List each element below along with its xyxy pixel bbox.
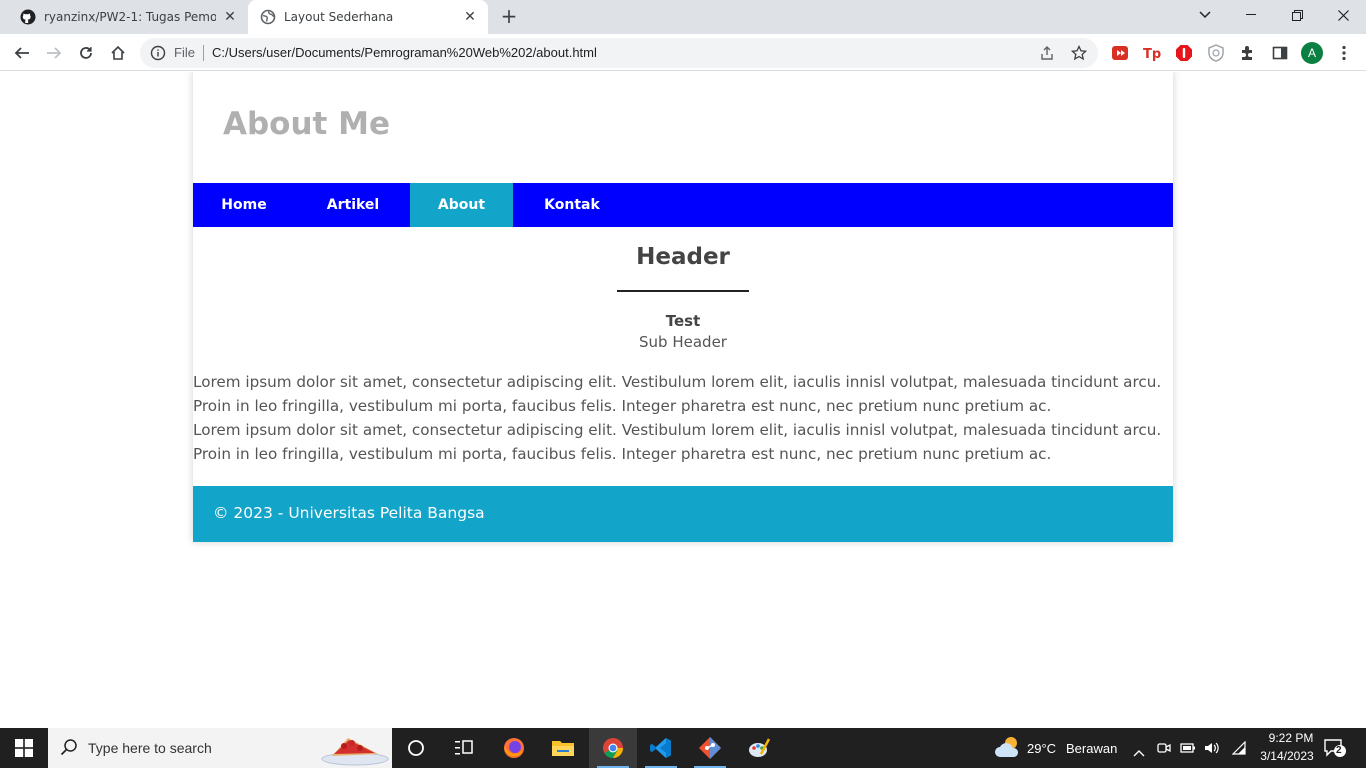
- extension-tp-icon[interactable]: Tp: [1142, 43, 1162, 63]
- notification-center-icon[interactable]: [1324, 738, 1346, 762]
- scheme-label: File: [174, 45, 195, 60]
- adblock-icon[interactable]: [1174, 43, 1194, 63]
- pie-illustration-icon: [320, 732, 390, 770]
- paragraph-line: Lorem ipsum dolor sit amet, consectetur …: [193, 373, 1162, 391]
- side-panel-icon[interactable]: [1270, 43, 1290, 63]
- extensions-puzzle-icon[interactable]: [1238, 43, 1258, 63]
- meet-now-icon[interactable]: [1157, 740, 1171, 759]
- address-bar[interactable]: File C:/Users/user/Documents/Pemrograman…: [140, 38, 1098, 68]
- tab-github[interactable]: ryanzinx/PW2-1: Tugas Pemograman ✕: [8, 0, 248, 34]
- nav-link-about[interactable]: About: [410, 183, 513, 227]
- site-footer: © 2023 - Universitas Pelita Bangsa: [193, 486, 1173, 542]
- restore-icon[interactable]: [1274, 0, 1320, 30]
- tab-title: Layout Sederhana: [284, 10, 394, 24]
- git-icon[interactable]: [686, 728, 734, 768]
- paint-icon[interactable]: [735, 728, 783, 768]
- windows-start-icon[interactable]: [0, 728, 48, 768]
- page-title: About Me: [223, 106, 391, 142]
- site-header: About Me: [193, 72, 1173, 183]
- show-hidden-icons-chevron-icon[interactable]: [1133, 742, 1145, 761]
- profile-avatar[interactable]: A: [1301, 42, 1323, 64]
- volume-icon[interactable]: [1204, 740, 1220, 759]
- menu-kebab-icon[interactable]: [1334, 43, 1354, 63]
- page-container: About Me Home Artikel About Kontak Heade…: [193, 72, 1173, 542]
- share-icon[interactable]: [1038, 44, 1056, 62]
- windows-taskbar: Type here to search 29°C Berawan 9:22 PM…: [0, 728, 1366, 768]
- back-icon[interactable]: [8, 39, 36, 67]
- file-explorer-icon[interactable]: [539, 728, 587, 768]
- forward-icon[interactable]: [40, 39, 68, 67]
- nav-link-artikel[interactable]: Artikel: [303, 183, 403, 227]
- search-placeholder: Type here to search: [88, 740, 212, 756]
- content-title: Header: [636, 244, 730, 270]
- search-icon: [60, 738, 78, 760]
- tab-search-icon[interactable]: [1182, 0, 1228, 30]
- info-icon[interactable]: [150, 45, 166, 65]
- home-icon[interactable]: [104, 39, 132, 67]
- close-tab-icon[interactable]: ✕: [462, 9, 478, 25]
- nav-link-kontak[interactable]: Kontak: [523, 183, 621, 227]
- browser-tab-bar: ryanzinx/PW2-1: Tugas Pemograman ✕ Layou…: [0, 0, 1366, 34]
- notification-count: 2: [1336, 745, 1342, 756]
- page-viewport: About Me Home Artikel About Kontak Heade…: [0, 72, 1366, 728]
- nav-link-home[interactable]: Home: [193, 183, 295, 227]
- title-divider: [617, 290, 749, 292]
- browser-toolbar: File C:/Users/user/Documents/Pemrograman…: [0, 34, 1366, 71]
- paragraph-line: Proin in leo fringilla, vestibulum mi po…: [193, 397, 1052, 415]
- divider: [203, 45, 204, 61]
- bookmark-star-icon[interactable]: [1070, 44, 1088, 62]
- close-window-icon[interactable]: [1320, 0, 1366, 30]
- subheader: Sub Header: [639, 333, 727, 351]
- tab-title: ryanzinx/PW2-1: Tugas Pemograman: [44, 10, 216, 24]
- paragraph-line: Lorem ipsum dolor sit amet, consectetur …: [193, 421, 1162, 439]
- tab-layout-sederhana[interactable]: Layout Sederhana ✕: [248, 0, 488, 34]
- clock-date[interactable]: 3/14/2023: [1252, 749, 1322, 763]
- subheader-bold: Test: [665, 312, 701, 330]
- close-tab-icon[interactable]: ✕: [222, 9, 238, 25]
- url-text[interactable]: C:/Users/user/Documents/Pemrograman%20We…: [212, 45, 597, 60]
- chrome-icon[interactable]: [589, 728, 637, 768]
- weather-condition[interactable]: Berawan: [1066, 741, 1117, 756]
- task-view-icon[interactable]: [440, 728, 488, 768]
- paragraph-line: Proin in leo fringilla, vestibulum mi po…: [193, 445, 1052, 463]
- main-nav: Home Artikel About Kontak: [193, 183, 1173, 227]
- firefox-icon[interactable]: [490, 728, 538, 768]
- footer-copyright: © 2023 - Universitas Pelita Bangsa: [213, 504, 485, 522]
- battery-icon[interactable]: [1180, 740, 1196, 759]
- reload-icon[interactable]: [72, 39, 100, 67]
- vscode-icon[interactable]: [637, 728, 685, 768]
- network-icon[interactable]: [1231, 740, 1246, 759]
- cortana-icon[interactable]: [392, 728, 440, 768]
- globe-icon: [260, 9, 276, 25]
- extension-red-icon[interactable]: [1110, 43, 1130, 63]
- new-tab-button[interactable]: +: [498, 6, 520, 28]
- github-icon: [20, 9, 36, 25]
- minimize-icon[interactable]: [1228, 0, 1274, 30]
- weather-cloud-icon[interactable]: [994, 735, 1022, 763]
- weather-temp[interactable]: 29°C: [1027, 741, 1056, 756]
- taskbar-search-box[interactable]: Type here to search: [48, 728, 392, 768]
- clock-time[interactable]: 9:22 PM: [1262, 731, 1320, 745]
- shield-icon[interactable]: [1206, 43, 1226, 63]
- svg-text:Tp: Tp: [1143, 47, 1161, 62]
